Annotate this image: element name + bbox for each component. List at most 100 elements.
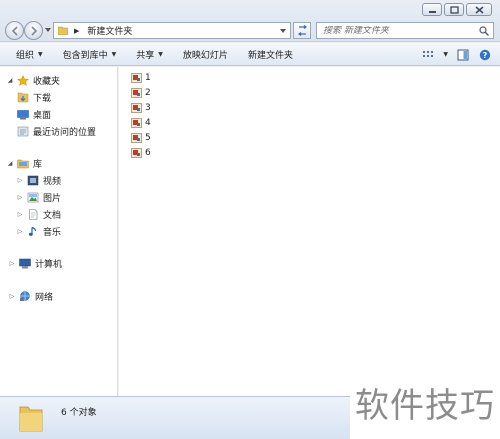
nav-label: 计算机 <box>35 259 63 270</box>
preview-pane-icon <box>457 49 469 60</box>
star-icon <box>16 74 29 86</box>
music-library-icon <box>26 225 39 237</box>
nav-item-documents[interactable]: ▷ 文档 <box>16 207 61 221</box>
command-bar: 组织 ▼ 包含到库中 ▼ 共享 ▼ 放映幻灯片 新建文件夹 ▼ ? <box>0 43 500 66</box>
minimize-button[interactable] <box>422 3 442 16</box>
title-bar: ▶ 新建文件夹 <box>0 0 500 42</box>
maximize-icon <box>449 5 459 14</box>
watermark-text: 软件技巧 <box>355 385 495 426</box>
help-icon: ? <box>479 49 491 60</box>
breadcrumb-current-folder[interactable]: 新建文件夹 <box>87 24 132 37</box>
file-item[interactable]: 3 <box>131 101 151 114</box>
help-button[interactable]: ? <box>478 48 492 62</box>
caret-down-icon: ▼ <box>158 50 163 58</box>
back-button[interactable] <box>5 21 24 40</box>
file-name: 1 <box>145 72 151 83</box>
refresh-button[interactable] <box>293 22 311 39</box>
image-file-icon <box>131 102 142 113</box>
share-label: 共享 <box>136 50 155 61</box>
computer-icon <box>18 257 31 269</box>
view-options-button[interactable] <box>421 48 435 62</box>
expand-icon[interactable]: ▷ <box>16 194 24 201</box>
search-icon[interactable] <box>479 26 489 36</box>
preview-pane-button[interactable] <box>456 48 470 62</box>
organize-menu[interactable]: 组织 ▼ <box>6 43 53 65</box>
new-folder-button[interactable]: 新建文件夹 <box>238 43 303 65</box>
share-menu[interactable]: 共享 ▼ <box>126 43 173 65</box>
nav-item-videos[interactable]: ▷ 视频 <box>16 173 61 187</box>
downloads-folder-icon <box>16 91 29 103</box>
nav-item-network[interactable]: ▷ 网络 <box>8 289 53 303</box>
close-button[interactable] <box>466 3 492 16</box>
caret-down-icon[interactable]: ▼ <box>443 51 448 58</box>
file-item[interactable]: 4 <box>131 116 151 129</box>
navigation-pane: ◢ 收藏夹 下载 桌面 最近访问的位置 ◢ 库 ▷ 视频 ▷ 图片 ▷ 文档 ▷… <box>0 67 118 396</box>
include-in-library-menu[interactable]: 包含到库中 ▼ <box>53 43 127 65</box>
nav-item-libraries[interactable]: ◢ 库 <box>6 156 42 170</box>
nav-item-pictures[interactable]: ▷ 图片 <box>16 190 61 204</box>
expand-icon[interactable]: ▷ <box>16 211 24 218</box>
file-name: 6 <box>145 147 151 158</box>
expand-icon[interactable]: ▷ <box>8 293 16 300</box>
nav-label: 收藏夹 <box>33 76 61 87</box>
recent-pages-dropdown[interactable] <box>45 27 51 33</box>
breadcrumb-arrow-icon[interactable]: ▶ <box>74 27 79 35</box>
file-item[interactable]: 2 <box>131 86 151 99</box>
expand-icon[interactable]: ▷ <box>16 177 24 184</box>
minimize-icon <box>428 10 436 13</box>
new-folder-label: 新建文件夹 <box>247 50 293 61</box>
library-icon <box>16 157 29 169</box>
nav-label: 最近访问的位置 <box>33 127 97 138</box>
refresh-icon <box>297 25 307 36</box>
nav-label: 音乐 <box>43 227 62 238</box>
network-icon <box>18 290 31 302</box>
file-list[interactable]: 1 2 3 4 5 6 <box>119 67 500 396</box>
nav-item-desktop[interactable]: 桌面 <box>14 107 51 121</box>
image-file-icon <box>131 72 142 83</box>
collapse-icon[interactable]: ◢ <box>6 160 14 167</box>
file-name: 3 <box>145 102 151 113</box>
file-name: 4 <box>145 117 151 128</box>
file-item[interactable]: 5 <box>131 131 151 144</box>
folder-icon <box>58 26 68 35</box>
recent-places-icon <box>16 125 29 137</box>
arrow-right-icon <box>30 25 37 36</box>
slideshow-button[interactable]: 放映幻灯片 <box>173 43 238 65</box>
search-input[interactable] <box>323 25 473 36</box>
folder-icon <box>19 406 43 432</box>
slideshow-label: 放映幻灯片 <box>182 50 228 61</box>
file-name: 5 <box>145 132 151 143</box>
expand-icon[interactable]: ▷ <box>8 260 16 267</box>
nav-item-downloads[interactable]: 下载 <box>14 90 51 104</box>
nav-item-recent-places[interactable]: 最近访问的位置 <box>14 124 96 138</box>
expand-icon[interactable]: ▷ <box>16 228 24 235</box>
arrow-left-icon <box>11 25 18 36</box>
file-item[interactable]: 1 <box>131 71 151 84</box>
svg-text:?: ? <box>483 51 488 60</box>
caret-down-icon: ▼ <box>38 50 43 58</box>
item-count: 6 个对象 <box>61 408 97 418</box>
collapse-icon[interactable]: ◢ <box>6 77 14 84</box>
image-file-icon <box>131 87 142 98</box>
window-controls <box>422 3 492 16</box>
nav-label: 视频 <box>43 176 62 187</box>
maximize-button[interactable] <box>444 3 464 16</box>
search-box[interactable] <box>316 22 494 39</box>
file-name: 2 <box>145 87 151 98</box>
image-file-icon <box>131 147 142 158</box>
file-item[interactable]: 6 <box>131 146 151 159</box>
nav-item-computer[interactable]: ▷ 计算机 <box>8 256 62 270</box>
forward-button[interactable] <box>24 21 43 40</box>
nav-label: 文档 <box>43 210 62 221</box>
chevron-down-icon[interactable] <box>279 27 287 35</box>
nav-item-favorites[interactable]: ◢ 收藏夹 <box>6 73 60 87</box>
video-library-icon <box>26 174 39 186</box>
view-list-icon <box>423 50 434 57</box>
image-file-icon <box>131 132 142 143</box>
documents-library-icon <box>26 208 39 220</box>
watermark: 软件技巧 <box>350 365 500 439</box>
include-in-library-label: 包含到库中 <box>62 50 108 61</box>
close-icon <box>475 5 483 14</box>
address-bar[interactable]: ▶ 新建文件夹 <box>53 22 291 39</box>
nav-item-music[interactable]: ▷ 音乐 <box>16 224 61 238</box>
